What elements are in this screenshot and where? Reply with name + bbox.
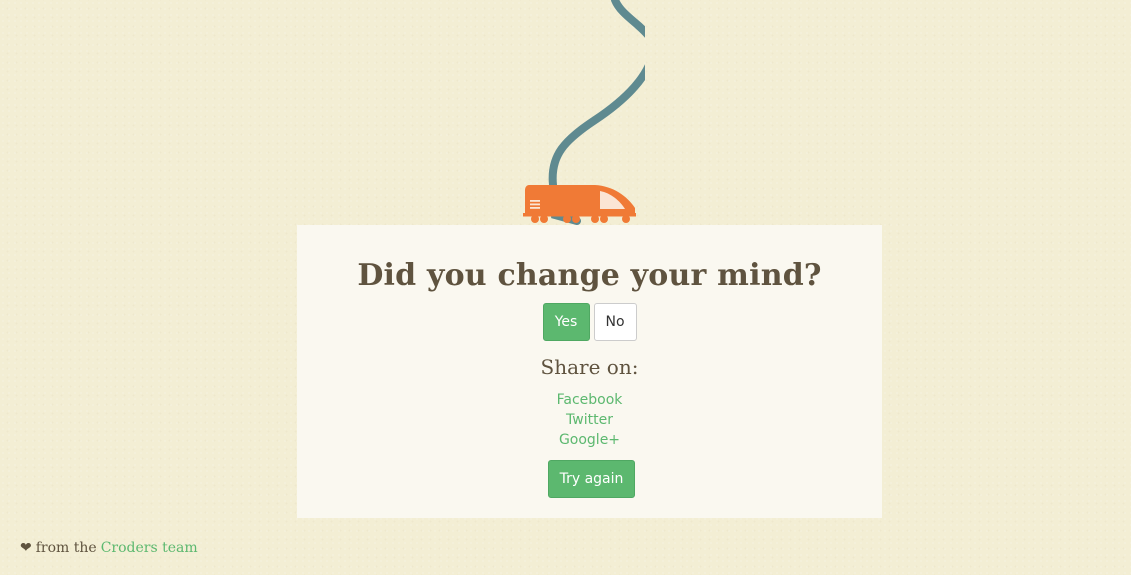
share-heading: Share on: [540,355,639,379]
choice-buttons: Yes No [297,303,882,341]
share-links: Facebook Twitter Google+ [297,390,882,450]
share-google-plus-link[interactable]: Google+ [559,430,620,450]
share-twitter-link[interactable]: Twitter [566,410,613,430]
footer-prefix: from the [35,540,97,556]
croders-team-link[interactable]: Croders team [101,540,198,556]
share-facebook-link[interactable]: Facebook [557,390,623,410]
try-again-button[interactable]: Try again [548,460,635,498]
train-icon [523,185,636,223]
yes-button[interactable]: Yes [542,303,590,341]
heart-icon: ❤ [20,540,32,556]
page-title: Did you change your mind? [357,258,822,293]
no-button[interactable]: No [593,303,637,341]
train-illustration [523,0,645,225]
result-card: Did you change your mind? Yes No Share o… [297,225,882,518]
footer: ❤ from the Croders team [20,540,198,556]
